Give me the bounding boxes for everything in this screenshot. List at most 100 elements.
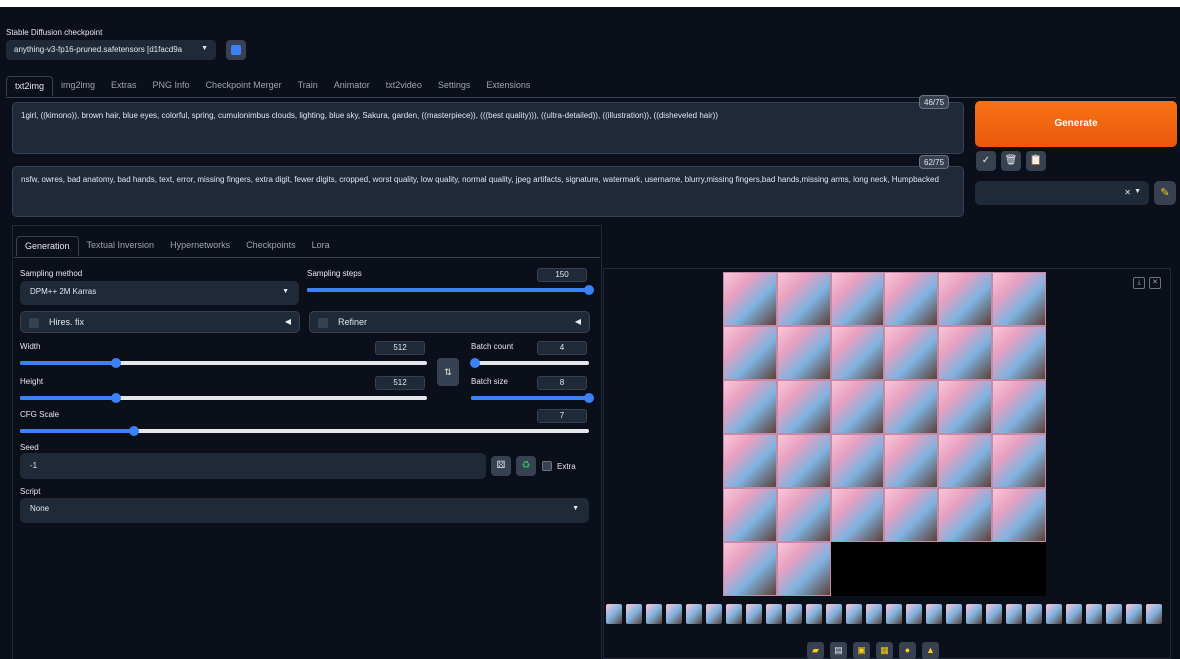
script-select[interactable]: None ▼ — [20, 498, 589, 523]
download-icon[interactable]: ⤓ — [1133, 277, 1145, 289]
generated-image[interactable] — [723, 380, 777, 434]
send-extras-button[interactable]: ▲ — [922, 642, 939, 659]
generated-image[interactable] — [723, 542, 777, 596]
negative-prompt-textarea[interactable]: nsfw, owres, bad anatomy, bad hands, tex… — [12, 166, 964, 217]
height-input[interactable]: 512 — [375, 376, 425, 390]
generated-image[interactable] — [776, 488, 831, 542]
generated-image[interactable] — [723, 488, 777, 542]
gallery-thumbnail[interactable] — [1066, 604, 1082, 624]
seed-input[interactable]: -1 — [20, 453, 486, 479]
subtab-hypernetworks[interactable]: Hypernetworks — [162, 236, 238, 256]
gallery-thumbnail[interactable] — [766, 604, 782, 624]
generated-image[interactable] — [776, 542, 831, 596]
gallery-thumbnail[interactable] — [1146, 604, 1162, 624]
hires-fix-accordion[interactable]: Hires. fix ◀ — [20, 311, 300, 333]
generated-image[interactable] — [830, 434, 885, 488]
generate-button[interactable]: Generate — [975, 101, 1177, 147]
zip-button[interactable]: ▣ — [853, 642, 870, 659]
tab-img2img[interactable]: img2img — [53, 76, 103, 96]
sampling-method-select[interactable]: DPM++ 2M Karras ▼ — [20, 281, 299, 305]
gallery-thumbnail[interactable] — [746, 604, 762, 624]
subtab-textual-inversion[interactable]: Textual Inversion — [79, 236, 163, 256]
gallery-thumbnail[interactable] — [886, 604, 902, 624]
tab-txt2img[interactable]: txt2img — [6, 76, 54, 96]
refiner-accordion[interactable]: Refiner ◀ — [309, 311, 590, 333]
gallery-thumbnail[interactable] — [646, 604, 662, 624]
batch-size-input[interactable]: 8 — [537, 376, 587, 390]
generated-image[interactable] — [938, 380, 993, 434]
refiner-checkbox[interactable] — [318, 318, 328, 328]
extra-seed-checkbox[interactable] — [542, 461, 552, 471]
tab-train[interactable]: Train — [290, 76, 326, 96]
generated-image[interactable] — [884, 380, 939, 434]
gallery-thumbnail[interactable] — [686, 604, 702, 624]
checkpoint-select[interactable]: anything-v3-fp16-pruned.safetensors [d1f… — [6, 40, 216, 60]
width-handle[interactable] — [110, 358, 121, 368]
send-inpaint-button[interactable]: ● — [899, 642, 916, 659]
width-slider[interactable] — [20, 358, 427, 368]
gallery-thumbnail[interactable] — [866, 604, 882, 624]
generated-image[interactable] — [830, 326, 885, 380]
gallery-thumbnail[interactable] — [806, 604, 822, 624]
save-button[interactable]: ▤ — [830, 642, 847, 659]
gallery-thumbnail[interactable] — [606, 604, 622, 624]
height-slider[interactable] — [20, 393, 427, 403]
gallery-thumbnail[interactable] — [626, 604, 642, 624]
subtab-generation[interactable]: Generation — [16, 236, 79, 256]
generated-image[interactable] — [938, 326, 993, 380]
thumbnail-strip[interactable] — [606, 604, 1166, 626]
send-img2img-button[interactable]: ▦ — [876, 642, 893, 659]
generated-image[interactable] — [723, 326, 777, 380]
generated-image[interactable] — [992, 488, 1046, 542]
image-grid[interactable] — [723, 272, 1046, 596]
cfg-scale-handle[interactable] — [128, 426, 139, 436]
gallery-thumbnail[interactable] — [946, 604, 962, 624]
generated-image[interactable] — [992, 326, 1046, 380]
reuse-seed-button[interactable]: ♻ — [516, 456, 536, 476]
clear-icon[interactable]: ✕ — [1124, 188, 1131, 197]
gallery-thumbnail[interactable] — [1086, 604, 1102, 624]
batch-count-input[interactable]: 4 — [537, 341, 587, 355]
random-seed-button[interactable]: ⚄ — [491, 456, 511, 476]
generated-image[interactable] — [830, 380, 885, 434]
close-icon[interactable]: ✕ — [1149, 277, 1161, 289]
gallery-thumbnail[interactable] — [1106, 604, 1122, 624]
styles-select[interactable]: ✕ ▼ — [975, 181, 1149, 205]
cfg-scale-slider[interactable] — [20, 426, 589, 436]
width-input[interactable]: 512 — [375, 341, 425, 355]
tab-txt2video[interactable]: txt2video — [378, 76, 430, 96]
generated-image[interactable] — [723, 434, 777, 488]
sampling-steps-input[interactable]: 150 — [537, 268, 587, 282]
batch-size-slider[interactable] — [471, 393, 594, 403]
generated-image[interactable] — [776, 434, 831, 488]
generated-image[interactable] — [884, 488, 939, 542]
tab-settings[interactable]: Settings — [430, 76, 479, 96]
paste-button[interactable]: 📋 — [1026, 151, 1046, 171]
gallery-thumbnail[interactable] — [786, 604, 802, 624]
cfg-scale-input[interactable]: 7 — [537, 409, 587, 423]
tab-extras[interactable]: Extras — [103, 76, 145, 96]
generated-image[interactable] — [830, 488, 885, 542]
gallery-thumbnail[interactable] — [706, 604, 722, 624]
gallery-thumbnail[interactable] — [826, 604, 842, 624]
gallery-thumbnail[interactable] — [1126, 604, 1142, 624]
generated-image[interactable] — [776, 380, 831, 434]
gallery-thumbnail[interactable] — [726, 604, 742, 624]
sampling-steps-handle[interactable] — [584, 285, 594, 295]
height-handle[interactable] — [110, 393, 121, 403]
clear-prompt-button[interactable]: 🗑 — [1001, 151, 1021, 171]
generated-image[interactable] — [884, 272, 939, 326]
edit-styles-button[interactable]: ✎ — [1154, 181, 1176, 205]
gallery-thumbnail[interactable] — [926, 604, 942, 624]
generated-image[interactable] — [992, 434, 1046, 488]
hires-fix-checkbox[interactable] — [29, 318, 39, 328]
gallery-thumbnail[interactable] — [1046, 604, 1062, 624]
gallery-thumbnail[interactable] — [966, 604, 982, 624]
gallery-thumbnail[interactable] — [906, 604, 922, 624]
generated-image[interactable] — [830, 272, 885, 326]
gallery-thumbnail[interactable] — [666, 604, 682, 624]
refresh-checkpoint-button[interactable] — [226, 40, 246, 60]
generated-image[interactable] — [992, 272, 1046, 326]
generated-image[interactable] — [938, 434, 993, 488]
tab-checkpoint-merger[interactable]: Checkpoint Merger — [198, 76, 290, 96]
